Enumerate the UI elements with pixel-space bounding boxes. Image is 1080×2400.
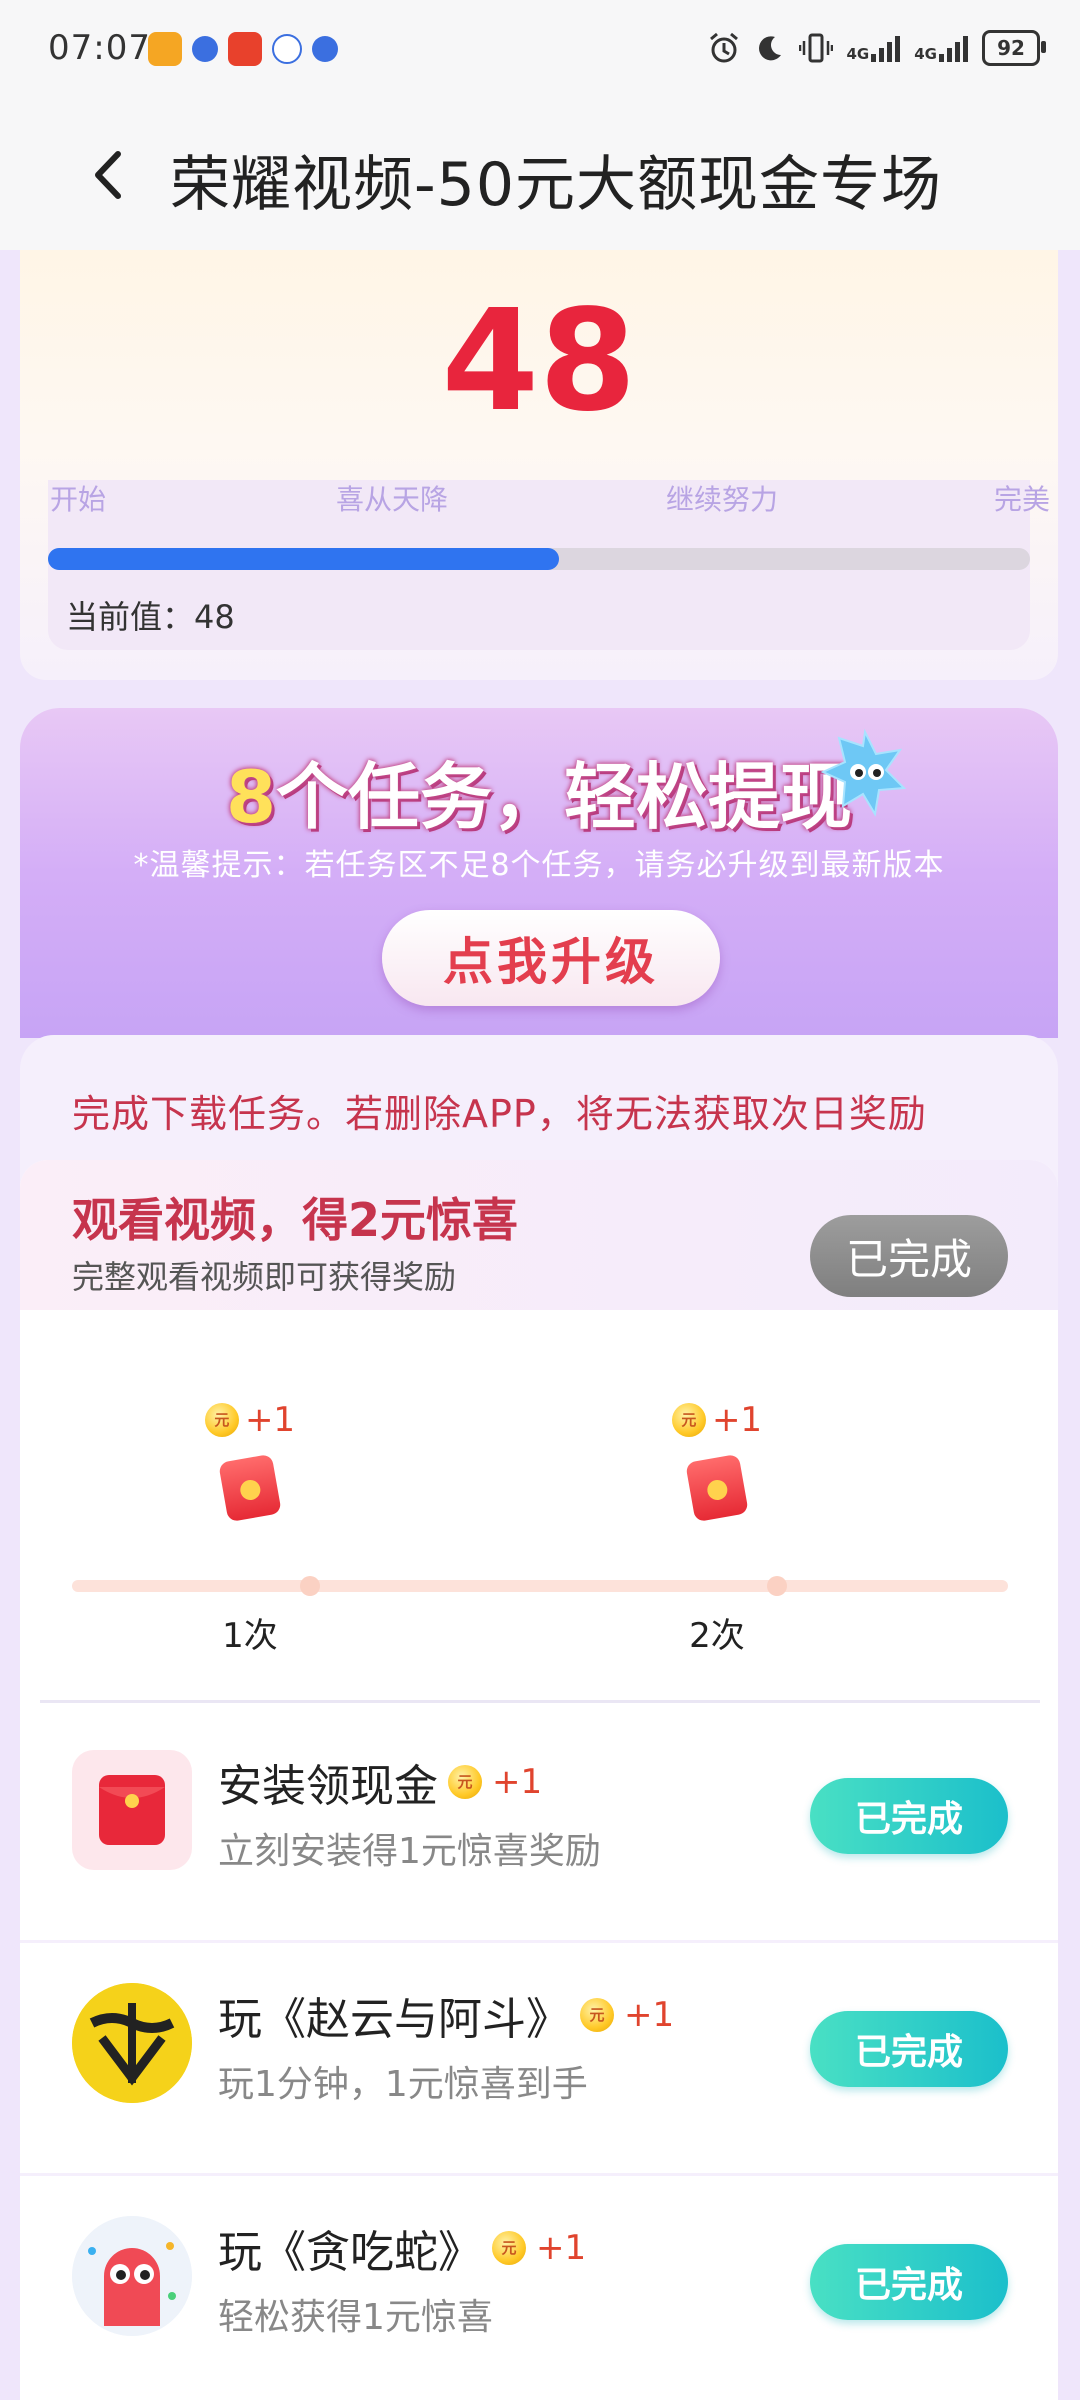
video-task-header: 观看视频，得2元惊喜 完整观看视频即可获得奖励 已完成 bbox=[20, 1160, 1058, 1310]
item-status-button[interactable]: 已完成 bbox=[810, 2244, 1008, 2320]
coin-icon: 元 bbox=[204, 1403, 239, 1437]
coin-icon: 元 bbox=[492, 2231, 526, 2265]
network-type: 4G bbox=[914, 45, 937, 63]
video-task-title: 观看视频，得2元惊喜 bbox=[72, 1193, 519, 1247]
item-reward: +1 bbox=[624, 1995, 675, 2035]
milestone-3: 继续努力 bbox=[666, 483, 779, 516]
reward-step-2: 元 +1 bbox=[637, 1400, 797, 1523]
chevron-left-icon[interactable] bbox=[82, 140, 142, 210]
coin-icon: 元 bbox=[580, 1998, 614, 2032]
item-subtitle: 玩1分钟，1元惊喜到手 bbox=[218, 2064, 588, 2105]
video-task-status-button[interactable]: 已完成 bbox=[810, 1215, 1008, 1297]
app-notification-icon bbox=[228, 32, 262, 66]
red-packet-icon bbox=[218, 1453, 282, 1523]
vibrate-icon bbox=[798, 33, 833, 63]
notification-icons bbox=[148, 32, 338, 66]
item-status-button[interactable]: 已完成 bbox=[810, 1778, 1008, 1854]
current-value-label: 当前值：48 bbox=[66, 598, 235, 636]
tasks-banner: 8个任务，轻松提现 *温馨提示：若任务区不足8个任务，请务必升级到最新版本 点我… bbox=[20, 708, 1058, 1038]
star-mascot-icon bbox=[820, 728, 907, 817]
video-task-subtitle: 完整观看视频即可获得奖励 bbox=[72, 1258, 457, 1296]
item-subtitle: 立刻安装得1元惊喜奖励 bbox=[218, 1831, 601, 1872]
milestone-end: 完美 bbox=[994, 483, 1051, 516]
download-warning: 完成下载任务。若删除APP，将无法获取次日奖励 bbox=[72, 1092, 927, 1136]
progress-track bbox=[48, 548, 1030, 570]
status-time: 07:07 bbox=[48, 28, 151, 68]
tasks-count: 8 bbox=[225, 755, 277, 839]
upgrade-notice: *温馨提示：若任务区不足8个任务，请务必升级到最新版本 bbox=[133, 848, 945, 883]
app-notification-icon bbox=[148, 32, 182, 66]
step-reward: +1 bbox=[244, 1400, 296, 1440]
milestone-start: 开始 bbox=[50, 483, 107, 516]
milestone-2: 喜从天降 bbox=[336, 483, 449, 516]
coin-icon: 元 bbox=[671, 1403, 706, 1437]
reward-step-1: 元 +1 bbox=[170, 1400, 330, 1523]
red-packet-icon bbox=[685, 1453, 749, 1523]
list-item: 安装领现金 元 +1 立刻安装得1元惊喜奖励 已完成 bbox=[20, 1710, 1058, 1940]
app-notification-icon bbox=[272, 34, 302, 64]
app-notification-icon bbox=[192, 36, 218, 62]
tasks-title-text: 个任务，轻松提现 bbox=[276, 755, 853, 839]
step-label-1: 1次 bbox=[222, 1616, 278, 1656]
system-icons: 4G 4G 92 bbox=[707, 30, 1046, 66]
status-bar: 07:07 4G 4G 92 bbox=[0, 0, 1080, 100]
item-title-row: 玩《贪吃蛇》 元 +1 bbox=[218, 2216, 586, 2280]
alarm-icon bbox=[709, 32, 738, 63]
battery-icon: 92 bbox=[982, 30, 1046, 66]
list-item: 玩《赵云与阿斗》 元 +1 玩1分钟，1元惊喜到手 已完成 bbox=[20, 1943, 1058, 2173]
coin-icon: 元 bbox=[448, 1765, 482, 1799]
track-dot bbox=[300, 1576, 320, 1596]
item-reward: +1 bbox=[536, 2228, 587, 2268]
item-subtitle: 轻松获得1元惊喜 bbox=[218, 2297, 493, 2338]
item-title-row: 玩《赵云与阿斗》 元 +1 bbox=[218, 1983, 674, 2047]
moon-icon bbox=[758, 36, 781, 61]
divider bbox=[40, 1700, 1040, 1703]
step-label-2: 2次 bbox=[689, 1616, 745, 1656]
app-notification-icon bbox=[312, 36, 338, 62]
video-task: 观看视频，得2元惊喜 完整观看视频即可获得奖励 已完成 元 +1 元 +1 1次 2… bbox=[20, 1160, 1058, 1710]
game-snake-icon bbox=[72, 2216, 192, 2336]
track-dot bbox=[767, 1576, 787, 1596]
reward-track bbox=[72, 1576, 1008, 1596]
signal-icon bbox=[939, 34, 968, 62]
progress-card: 48 当前值：48 开始 喜从天降 继续努力 完美 bbox=[20, 250, 1058, 680]
item-title: 玩《赵云与阿斗》 bbox=[218, 1994, 570, 2045]
title-bar: 荣耀视频-50元大额现金专场 bbox=[0, 100, 1080, 250]
step-reward: +1 bbox=[711, 1400, 763, 1440]
progress-panel: 当前值：48 bbox=[48, 480, 1030, 650]
item-title: 安装领现金 bbox=[218, 1761, 438, 1812]
progress-fill bbox=[48, 548, 559, 570]
item-reward: +1 bbox=[492, 1762, 543, 1802]
game-zhaoyun-icon bbox=[72, 1983, 192, 2103]
network-type: 4G bbox=[846, 45, 870, 63]
item-title-row: 安装领现金 元 +1 bbox=[218, 1750, 542, 1814]
current-value: 48 bbox=[441, 280, 637, 443]
list-item: 玩《贪吃蛇》 元 +1 轻松获得1元惊喜 已完成 bbox=[20, 2176, 1058, 2400]
item-title: 玩《贪吃蛇》 bbox=[218, 2227, 482, 2278]
upgrade-button[interactable]: 点我升级 bbox=[382, 910, 720, 1006]
page-title: 荣耀视频-50元大额现金专场 bbox=[170, 150, 942, 220]
signal-icon bbox=[871, 34, 901, 62]
red-envelope-icon bbox=[72, 1750, 192, 1870]
item-status-button[interactable]: 已完成 bbox=[810, 2011, 1008, 2087]
task-list-card: 完成下载任务。若删除APP，将无法获取次日奖励 观看视频，得2元惊喜 完整观看视… bbox=[20, 1035, 1058, 2400]
